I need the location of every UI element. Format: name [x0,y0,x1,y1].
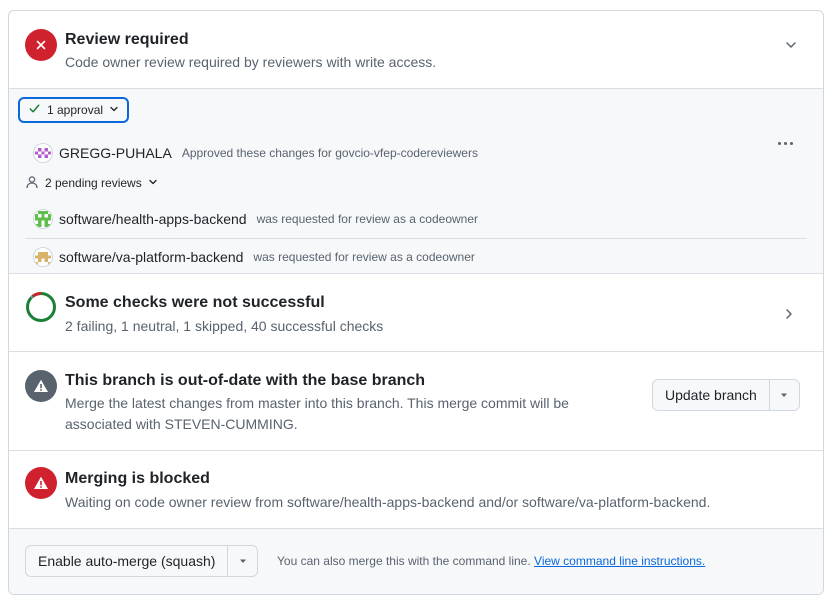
chevron-down-icon [109,103,119,117]
pending-reviews-toggle[interactable]: 2 pending reviews [25,172,158,194]
caret-down-icon[interactable] [227,546,257,576]
auto-merge-split-button: Enable auto-merge (squash) [25,545,259,577]
reviewer-name[interactable]: software/va-platform-backend [59,249,243,265]
merge-box: Review required Code owner review requir… [8,10,824,595]
alert-icon [25,370,57,402]
divider [25,238,807,239]
checks-subtitle: 2 failing, 1 neutral, 1 skipped, 40 succ… [65,318,384,334]
caret-down-icon[interactable] [768,380,799,410]
merge-blocked-subtitle: Waiting on code owner review from softwa… [65,494,711,510]
review-required-subtitle: Code owner review required by reviewers … [65,54,437,70]
merge-blocked-title: Merging is blocked [65,470,210,487]
update-branch-button[interactable]: Update branch [653,380,769,410]
review-required-title: Review required [65,31,189,48]
check-icon [28,102,41,118]
chevron-right-icon[interactable] [777,302,801,326]
team-avatar[interactable] [33,209,53,229]
enable-auto-merge-button[interactable]: Enable auto-merge (squash) [26,546,228,576]
update-branch-split-button: Update branch [652,379,800,411]
kebab-menu-icon[interactable] [773,133,797,153]
chevron-down-icon[interactable] [779,33,803,57]
merge-blocked-section: Merging is blocked Waiting on code owner… [9,451,823,529]
alert-icon [25,467,57,499]
checks-section[interactable]: Some checks were not successful 2 failin… [9,274,823,352]
person-icon [25,175,39,192]
chevron-down-icon [148,176,158,190]
branch-status-subtitle: Merge the latest changes from master int… [65,395,569,432]
reviewers-section: 1 approval GREGG-PUHALA Approved these c… [9,89,823,274]
checks-title: Some checks were not successful [65,294,325,311]
pending-reviews-label: 2 pending reviews [45,176,142,190]
command-line-instructions-link[interactable]: View command line instructions. [534,554,705,568]
reviewer-note: was requested for review as a codeowner [253,250,475,264]
avatar[interactable] [33,143,53,163]
pending-reviewer-row: software/health-apps-backend was request… [33,205,478,233]
team-avatar[interactable] [33,247,53,267]
branch-status-title: This branch is out-of-date with the base… [65,372,426,389]
reviewer-name[interactable]: GREGG-PUHALA [59,145,172,161]
command-line-note: You can also merge this with the command… [277,554,705,568]
reviewer-note: was requested for review as a codeowner [256,212,479,226]
approvals-label: 1 approval [47,103,104,117]
review-required-section[interactable]: Review required Code owner review requir… [9,11,823,89]
command-line-note-text: You can also merge this with the command… [277,554,531,568]
merge-action-section: Enable auto-merge (squash) You can also … [9,529,823,594]
approvals-toggle[interactable]: 1 approval [18,97,130,123]
checks-progress-ring-icon [25,291,57,323]
reviewer-note: Approved these changes for govcio-vfep-c… [181,146,478,160]
x-circle-icon [25,29,57,61]
branch-status-section: This branch is out-of-date with the base… [9,352,823,451]
approved-reviewer-row: GREGG-PUHALA Approved these changes for … [33,139,478,167]
reviewer-name[interactable]: software/health-apps-backend [59,211,247,227]
pending-reviewer-row: software/va-platform-backend was request… [33,243,475,271]
